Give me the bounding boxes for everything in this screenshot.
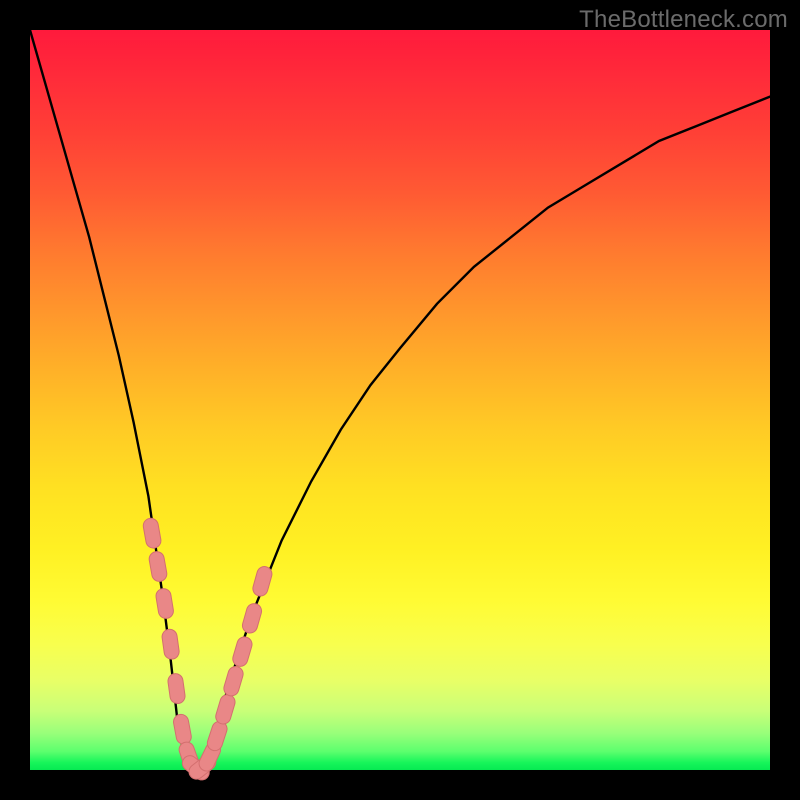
marker-pill xyxy=(222,665,245,698)
marker-pill xyxy=(172,713,192,745)
marker-pill xyxy=(155,587,175,619)
marker-pill xyxy=(167,673,186,705)
marker-pill xyxy=(231,635,254,668)
bottleneck-curve xyxy=(30,30,770,770)
plot-area xyxy=(30,30,770,770)
marker-pill xyxy=(214,693,237,726)
marker-pill xyxy=(241,602,264,635)
chart-frame: TheBottleneck.com xyxy=(0,0,800,800)
marker-pill xyxy=(161,628,180,660)
marker-pill xyxy=(251,565,274,598)
marker-pill xyxy=(205,719,229,752)
marker-group xyxy=(142,517,274,783)
marker-pill xyxy=(142,517,162,549)
chart-svg xyxy=(30,30,770,770)
marker-pill xyxy=(148,550,168,582)
